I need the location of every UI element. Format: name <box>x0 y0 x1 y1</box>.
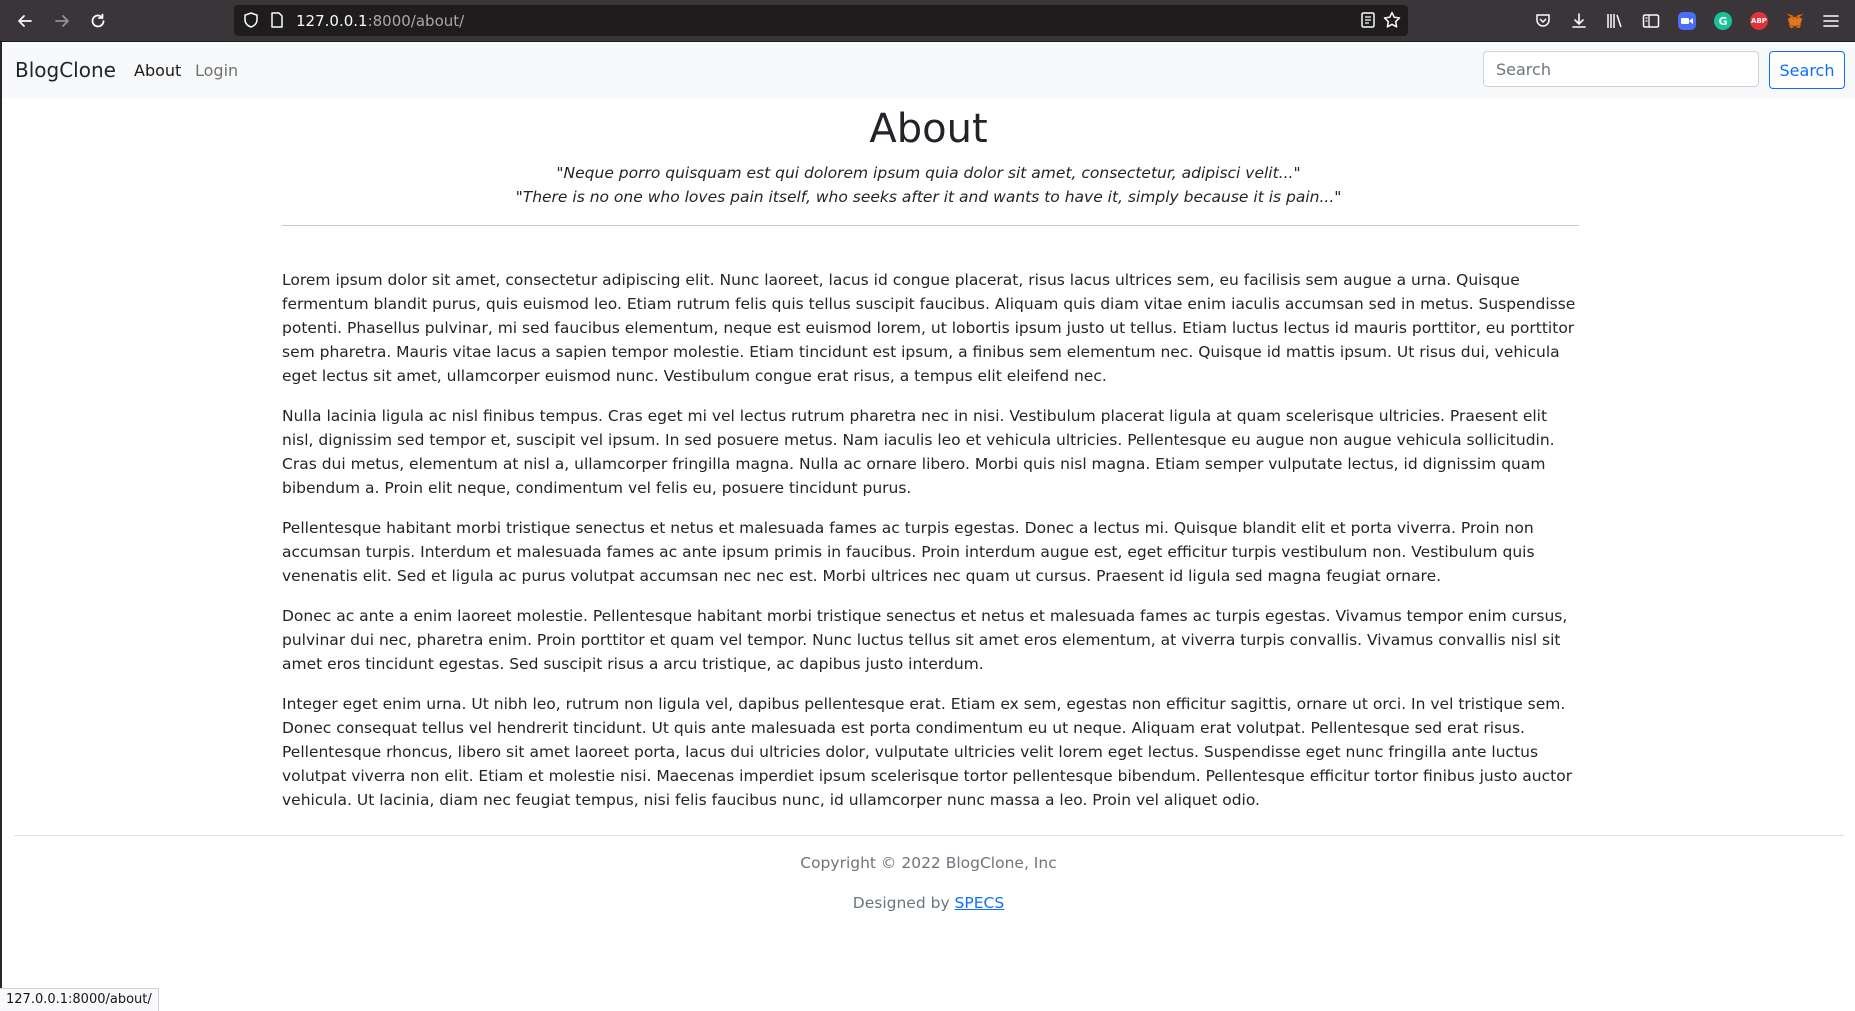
url-host: 127.0.0.1 <box>296 12 368 30</box>
about-content: Lorem ipsum dolor sit amet, consectetur … <box>282 268 1582 828</box>
grammarly-extension-icon[interactable]: G <box>1712 10 1734 32</box>
search-button[interactable]: Search <box>1769 51 1845 89</box>
address-bar[interactable]: 127.0.0.1:8000/about/ <box>234 5 1408 36</box>
url-path: :8000/about/ <box>367 12 465 30</box>
adblock-extension-icon[interactable]: ABP <box>1748 10 1770 32</box>
footer-designed-by: Designed by <box>852 894 955 912</box>
site-navbar: BlogClone About Login Search <box>2 42 1855 98</box>
quote-line-2: "There is no one who loves pain itself, … <box>515 188 1342 206</box>
status-url-tooltip: 127.0.0.1:8000/about/ <box>0 988 159 1011</box>
forward-icon[interactable] <box>50 9 74 33</box>
url-text[interactable]: 127.0.0.1:8000/about/ <box>296 12 464 30</box>
header-divider <box>282 225 1579 226</box>
downloads-icon[interactable] <box>1568 10 1590 32</box>
content-paragraph: Donec ac ante a enim laoreet molestie. P… <box>282 607 1568 673</box>
nav-link-about[interactable]: About <box>134 61 181 80</box>
content-paragraph: Nulla lacinia ligula ac nisl finibus tem… <box>282 407 1555 497</box>
content-paragraph: Lorem ipsum dolor sit amet, consectetur … <box>282 271 1576 385</box>
pocket-icon[interactable] <box>1532 10 1554 32</box>
metamask-extension-icon[interactable] <box>1784 10 1806 32</box>
bookmark-star-icon[interactable] <box>1382 10 1402 34</box>
search-input[interactable] <box>1483 51 1759 87</box>
designer-link[interactable]: SPECS <box>955 894 1005 912</box>
footer-credits: Designed by SPECS <box>2 894 1855 912</box>
reload-icon[interactable] <box>86 9 110 33</box>
shield-icon[interactable] <box>242 11 260 33</box>
sidebar-icon[interactable] <box>1640 10 1662 32</box>
footer-copyright: Copyright © 2022 BlogClone, Inc <box>800 854 1057 872</box>
page-info-icon[interactable] <box>268 11 286 33</box>
menu-icon[interactable] <box>1820 10 1842 32</box>
nav-link-login[interactable]: Login <box>195 61 238 80</box>
content-paragraph: Integer eget enim urna. Ut nibh leo, rut… <box>282 695 1573 809</box>
footer-divider <box>14 835 1844 836</box>
page-viewport: BlogClone About Login Search About "Nequ… <box>0 42 1855 1010</box>
library-icon[interactable] <box>1604 10 1626 32</box>
content-paragraph: Pellentesque habitant morbi tristique se… <box>282 519 1535 585</box>
page-title: About <box>869 106 988 152</box>
quote-line-1: "Neque porro quisquam est qui dolorem ip… <box>556 164 1301 182</box>
reader-view-icon[interactable] <box>1359 11 1377 33</box>
brand-logo[interactable]: BlogClone <box>15 58 116 82</box>
back-icon[interactable] <box>13 9 37 33</box>
zoom-extension-icon[interactable] <box>1676 10 1698 32</box>
browser-toolbar: 127.0.0.1:8000/about/ G ABP <box>0 0 1855 42</box>
